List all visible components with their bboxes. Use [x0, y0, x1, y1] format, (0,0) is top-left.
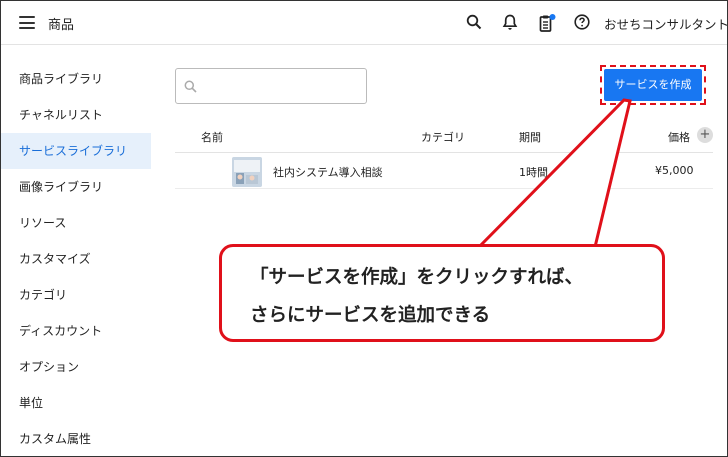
sidebar-item-resources[interactable]: リソース: [1, 205, 151, 241]
search-input[interactable]: [202, 69, 362, 103]
sidebar-item-discount[interactable]: ディスカウント: [1, 313, 151, 349]
instruction-callout: 「サービスを作成」をクリックすれば、 さらにサービスを追加できる: [219, 244, 665, 342]
callout-line-2: さらにサービスを追加できる: [250, 305, 491, 326]
callout-seam: [482, 247, 592, 253]
sidebar-item-units[interactable]: 単位: [1, 385, 151, 421]
menu-icon[interactable]: [19, 16, 35, 29]
bell-icon[interactable]: [502, 14, 520, 32]
user-account-name[interactable]: おせちコンサルタント: [604, 14, 727, 33]
service-price: ¥5,000: [655, 164, 694, 177]
column-header-duration[interactable]: 期間: [519, 129, 541, 145]
sidebar-item-service-library[interactable]: サービスライブラリ: [1, 133, 151, 169]
service-name[interactable]: 社内システム導入相談: [273, 164, 383, 180]
page-title: 商品: [48, 18, 75, 33]
sidebar-item-custom-attributes[interactable]: カスタム属性: [1, 421, 151, 456]
service-duration: 1時間: [519, 166, 548, 179]
sidebar-item-customize[interactable]: カスタマイズ: [1, 241, 151, 277]
search-icon: [184, 80, 197, 93]
sidebar: 商品ライブラリ チャネルリスト サービスライブラリ 画像ライブラリ リソース カ…: [1, 46, 151, 456]
sidebar-item-image-library[interactable]: 画像ライブラリ: [1, 169, 151, 205]
table-header: 名前 カテゴリ 期間 価格 +: [175, 119, 713, 153]
sidebar-item-product-library[interactable]: 商品ライブラリ: [1, 61, 151, 97]
callout-line-1: 「サービスを作成」をクリックすれば、: [250, 267, 584, 288]
column-header-name[interactable]: 名前: [201, 129, 223, 145]
clipboard-icon[interactable]: [538, 14, 556, 32]
search-icon[interactable]: [466, 14, 484, 32]
help-icon[interactable]: [574, 14, 592, 32]
create-service-button[interactable]: サービスを作成: [604, 69, 702, 101]
sidebar-item-category[interactable]: カテゴリ: [1, 277, 151, 313]
service-thumbnail: [232, 157, 262, 187]
sidebar-item-options[interactable]: オプション: [1, 349, 151, 385]
app-window: 商品 おせちコンサルタント 商品ライブラリ チャネルリスト サービスライブラリ …: [0, 0, 728, 457]
top-bar: 商品 おせちコンサルタント: [1, 1, 727, 45]
column-header-price[interactable]: 価格: [668, 129, 690, 145]
sidebar-item-channel-list[interactable]: チャネルリスト: [1, 97, 151, 133]
add-column-button[interactable]: +: [697, 127, 713, 143]
table-row[interactable]: 社内システム導入相談 1時間 ¥5,000: [175, 154, 713, 189]
search-box: [175, 68, 367, 104]
column-header-category[interactable]: カテゴリ: [421, 129, 465, 145]
